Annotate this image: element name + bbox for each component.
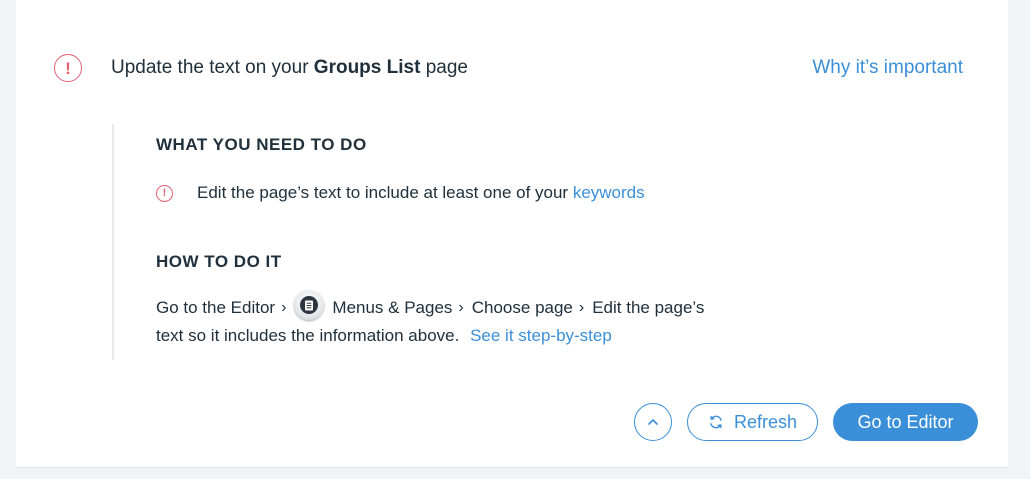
- alert-icon: !: [54, 54, 82, 82]
- task-details: WHAT YOU NEED TO DO ! Edit the page’s te…: [112, 124, 752, 360]
- keywords-link[interactable]: keywords: [573, 183, 645, 202]
- task-title: Update the text on your Groups List page: [111, 57, 468, 79]
- refresh-icon: [708, 414, 724, 430]
- task-card: ! Update the text on your Groups List pa…: [16, 0, 1008, 468]
- task-header: ! Update the text on your Groups List pa…: [16, 0, 1008, 136]
- menus-pages-icon: [294, 290, 325, 320]
- task-title-suffix: page: [420, 57, 468, 78]
- task-title-prefix: Update the text on your: [111, 57, 314, 78]
- go-to-editor-button[interactable]: Go to Editor: [833, 403, 978, 441]
- refresh-label: Refresh: [733, 411, 798, 432]
- step-edit-text-cont: text so it includes the information abov…: [156, 326, 460, 345]
- refresh-button[interactable]: Refresh: [687, 403, 818, 441]
- task-title-page-name: Groups List: [313, 57, 421, 78]
- step-edit-text: Edit the page’s: [592, 298, 705, 317]
- requirement-text: Edit the page’s text to include at least…: [197, 183, 645, 203]
- step-choose-page: Choose page: [471, 298, 573, 317]
- collapse-button[interactable]: [634, 403, 672, 441]
- chevron-up-icon: [648, 419, 658, 425]
- step-menus-pages: Menus & Pages: [332, 298, 453, 317]
- see-it-step-by-step-link[interactable]: See it step-by-step: [470, 326, 612, 345]
- requirement-item: ! Edit the page’s text to include at lea…: [156, 183, 645, 203]
- what-you-need-heading: WHAT YOU NEED TO DO: [156, 135, 367, 154]
- requirement-label: Edit the page’s text to include at least…: [197, 183, 573, 202]
- alert-icon: !: [156, 184, 173, 202]
- how-to-do-heading: HOW TO DO IT: [156, 252, 282, 271]
- chevron-right-icon: ›: [281, 299, 287, 316]
- why-its-important-link[interactable]: Why it’s important: [812, 57, 963, 79]
- task-actions: Refresh Go to Editor: [634, 403, 978, 441]
- step-go-to-editor: Go to the Editor: [156, 298, 276, 317]
- chevron-right-icon: ›: [458, 299, 464, 316]
- how-to-steps: Go to the Editor › Menus & Pages › Choos…: [156, 290, 756, 350]
- chevron-right-icon: ›: [578, 299, 585, 316]
